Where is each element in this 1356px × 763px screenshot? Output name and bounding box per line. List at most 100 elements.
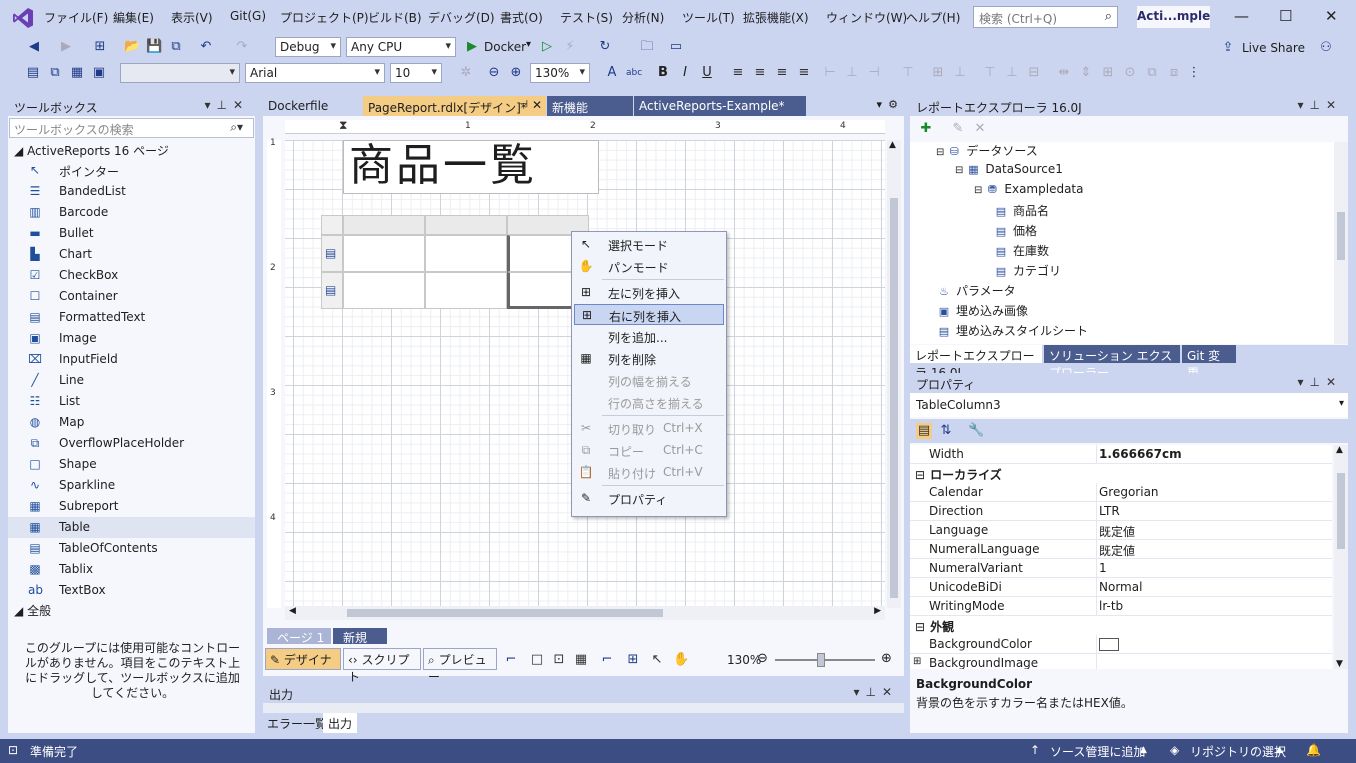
solution-name-badge[interactable]: Acti...mple xyxy=(1137,6,1210,28)
context-menu-item[interactable]: ▦ 列を削除 xyxy=(574,348,724,369)
column-handle-2[interactable] xyxy=(425,215,507,235)
live-share-icon[interactable]: ⇪ xyxy=(1220,40,1236,56)
spacing-h-icon[interactable]: ⇹ xyxy=(1056,65,1072,81)
tree-node[interactable]: ▣ 埋め込み画像 xyxy=(936,302,1028,319)
live-share-button[interactable]: Live Share xyxy=(1242,41,1305,55)
repository-select-button[interactable]: リポジトリの選択 xyxy=(1190,743,1286,760)
tab-dockerfile[interactable]: Dockerfile xyxy=(263,96,361,116)
toolbox-item-inputfield[interactable]: ⌧ InputField xyxy=(8,349,255,370)
settings-icon[interactable]: ⚙ xyxy=(888,98,898,111)
refresh-icon[interactable]: ↻ xyxy=(597,39,613,55)
new-project-icon[interactable]: ⊞ xyxy=(92,39,108,55)
toolbox-item-tableofcontents[interactable]: ▤ TableOfContents xyxy=(8,538,255,559)
search-input[interactable]: 検索 (Ctrl+Q) ⌕ xyxy=(973,6,1118,28)
vertical-scroll-thumb[interactable] xyxy=(890,198,898,598)
layout2-icon[interactable]: ▦ xyxy=(69,65,85,81)
italic-icon[interactable]: I xyxy=(677,65,693,81)
scroll-up-icon[interactable]: ▲ xyxy=(1336,445,1343,455)
zoom-in-icon[interactable]: ⊕ xyxy=(881,651,892,666)
bold-icon[interactable]: B xyxy=(655,65,671,81)
bottom-tab[interactable]: ソリューション エクスプローラー xyxy=(1044,345,1180,380)
send-back-icon[interactable]: ⧈ xyxy=(1166,65,1182,81)
property-row[interactable]: Width 1.666667cm xyxy=(910,445,1332,464)
property-scrollbar[interactable]: ▲ ▼ xyxy=(1334,445,1348,669)
pin-icon[interactable]: ⊣ xyxy=(519,99,528,110)
horizontal-scroll-thumb[interactable] xyxy=(347,609,663,617)
toolbox-item-image[interactable]: ▣ Image xyxy=(8,328,255,349)
property-category[interactable]: ⊟ ローカライズ xyxy=(910,464,1332,483)
align-tops-icon[interactable]: ⊤ xyxy=(900,65,916,81)
toolbox-item-container[interactable]: ☐ Container xyxy=(8,286,255,307)
toolbox-item-table[interactable]: ▦ Table xyxy=(8,517,255,538)
align-bottoms-icon[interactable]: ⊥ xyxy=(952,65,968,81)
preview-tab-button[interactable]: ⌕ プレビュー xyxy=(423,648,497,684)
menu-item[interactable]: 書式(O) xyxy=(500,9,543,26)
folder-icon[interactable]: 🗀 xyxy=(639,39,655,55)
table-cell[interactable] xyxy=(425,235,507,272)
table-control[interactable]: ▤ ▤ xyxy=(321,215,589,310)
zoom-out-icon[interactable]: ⊖ xyxy=(486,65,502,81)
context-menu-item[interactable]: ✂ 切り取り Ctrl+X xyxy=(574,418,724,439)
snap-icon[interactable]: ⊙ xyxy=(1122,65,1138,81)
maximize-button[interactable]: ☐ xyxy=(1279,7,1292,25)
source-control-button[interactable]: ソース管理に追加 xyxy=(1050,743,1145,760)
menu-item[interactable]: テスト(S) xyxy=(560,9,613,26)
close-tab-icon[interactable]: ✕ xyxy=(532,98,542,112)
table-cell[interactable] xyxy=(343,235,425,272)
context-menu-item[interactable]: ✎ プロパティ xyxy=(574,488,724,509)
property-category[interactable]: ⊟ 外観 xyxy=(910,616,1332,635)
toolbox-item-sparkline[interactable]: ∿ Sparkline xyxy=(8,475,255,496)
context-menu-item[interactable]: ⊞ 右に列を挿入 xyxy=(574,304,724,325)
tree-scroll-thumb[interactable] xyxy=(1337,212,1345,260)
context-menu-item[interactable]: 列の幅を揃える xyxy=(574,370,724,391)
context-menu-item[interactable]: ↖ 選択モード xyxy=(574,234,724,255)
platform-select[interactable]: Any CPU xyxy=(346,37,456,57)
property-value[interactable]: 既定値 xyxy=(1099,542,1135,559)
collapse-toggle-icon[interactable]: ⊟ xyxy=(974,185,982,196)
menu-item[interactable]: Git(G) xyxy=(230,9,266,23)
property-row[interactable]: UnicodeBiDi Normal xyxy=(910,578,1332,597)
property-row[interactable]: Direction LTR xyxy=(910,502,1332,521)
context-menu-item[interactable]: ✋ パンモード xyxy=(574,256,724,277)
caret-up-icon[interactable]: ▲ xyxy=(1276,745,1283,755)
font-select[interactable]: Arial xyxy=(245,63,385,83)
property-row[interactable]: Language 既定値 xyxy=(910,521,1332,540)
menu-item[interactable]: 編集(E) xyxy=(113,9,154,26)
collapse-toggle-icon[interactable]: ⊟ xyxy=(915,620,925,634)
panel-controls[interactable]: ▾⊥✕ xyxy=(853,685,898,699)
align-left-icon[interactable]: ≡ xyxy=(730,65,746,81)
tree-node[interactable]: ▤ 在庫数 xyxy=(993,242,1049,259)
page-tab-1[interactable]: ページ 1 xyxy=(267,628,331,645)
property-row[interactable]: WritingMode lr-tb xyxy=(910,597,1332,616)
add-icon[interactable]: ✚ xyxy=(918,121,934,137)
property-value[interactable]: lr-tb xyxy=(1099,599,1123,613)
context-menu-item[interactable]: 行の高さを揃える xyxy=(574,392,724,413)
notifications-icon[interactable]: 🔔 xyxy=(1306,743,1321,757)
property-value[interactable]: 既定値 xyxy=(1099,523,1135,540)
panel-controls[interactable]: ▾⊥✕ xyxy=(204,98,249,112)
format-icon[interactable]: ✲ xyxy=(458,65,474,81)
menu-item[interactable]: ヘルプ(H) xyxy=(906,9,960,26)
ruler-marker-icon[interactable]: ⧗ xyxy=(339,118,347,133)
menu-item[interactable]: ビルド(B) xyxy=(368,9,422,26)
table-corner[interactable] xyxy=(321,215,343,235)
open-icon[interactable]: 📂 xyxy=(124,39,140,55)
chevron-down-icon[interactable]: ▾ xyxy=(526,39,531,50)
tree-node[interactable]: ▤ カテゴリ xyxy=(993,262,1061,279)
toolbox-item-overflowplaceholder[interactable]: ⧉ OverflowPlaceHolder xyxy=(8,433,255,454)
dimension-icon[interactable]: ⌐ xyxy=(503,652,519,668)
spell-check-icon[interactable]: abc xyxy=(626,65,642,81)
panel-controls[interactable]: ▾⊥✕ xyxy=(1297,98,1342,112)
toolbox-item-ポインター[interactable]: ↖ ポインター xyxy=(8,160,255,181)
feedback-icon[interactable]: ⚇ xyxy=(1318,40,1334,56)
menu-item[interactable]: 表示(V) xyxy=(171,9,213,26)
grid-icon[interactable]: ⊞ xyxy=(1100,65,1116,81)
zoom-out-icon[interactable]: ⊖ xyxy=(757,651,768,666)
tab-output[interactable]: 出力 xyxy=(323,713,358,733)
scroll-up-icon[interactable]: ▲ xyxy=(889,140,896,150)
toolbox-item-bullet[interactable]: ▬ Bullet xyxy=(8,223,255,244)
style-select[interactable] xyxy=(120,63,240,83)
property-row[interactable]: NumeralVariant 1 xyxy=(910,559,1332,578)
property-scroll-thumb[interactable] xyxy=(1337,473,1345,549)
row-handle-header[interactable]: ▤ xyxy=(321,235,343,272)
